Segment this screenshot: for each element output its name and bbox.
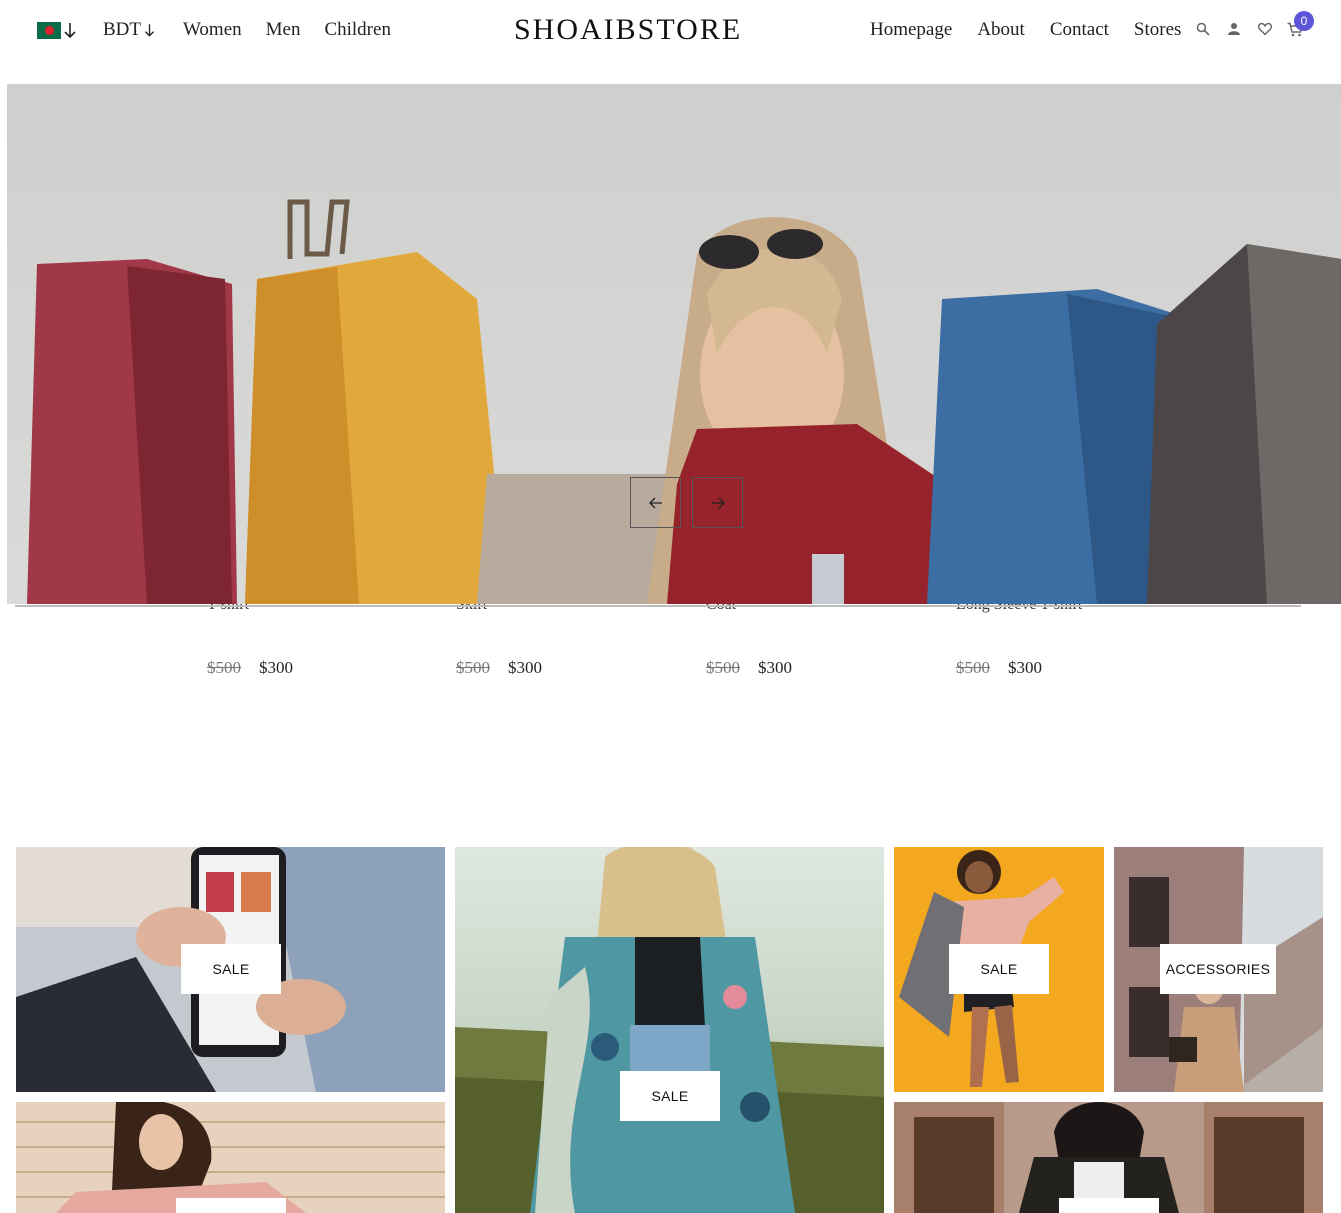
heart-icon[interactable] (1258, 22, 1272, 36)
currency-selector[interactable]: BDT (103, 19, 157, 41)
cart-count-badge[interactable]: 0 (1294, 11, 1314, 31)
category-tile-street[interactable]: ACCESSORIES (1114, 847, 1323, 1092)
nav-homepage[interactable]: Homepage (870, 19, 952, 41)
main-nav: Homepage About Contact Stores (870, 19, 1181, 41)
category-label[interactable]: ACCESSORIES (1160, 944, 1276, 994)
sale-price: $300 (1008, 658, 1042, 677)
nav-about[interactable]: About (977, 19, 1025, 41)
currency-dropdown-arrow-icon (144, 24, 155, 37)
floral-kimono-image (455, 847, 884, 1213)
currency-label: BDT (103, 19, 141, 40)
hero-divider (15, 605, 1301, 607)
price-row: $500 $300 (456, 658, 542, 678)
original-price: $500 (456, 658, 490, 677)
original-price: $500 (956, 658, 990, 677)
price-row: $500 $300 (207, 658, 293, 678)
category-tile-building[interactable] (894, 1102, 1323, 1213)
slider-next-button[interactable] (692, 477, 743, 528)
category-label[interactable]: SALE (181, 944, 281, 994)
nav-stores[interactable]: Stores (1134, 19, 1182, 41)
search-icon[interactable] (1196, 22, 1210, 36)
flag-circle (45, 26, 54, 35)
nav-children[interactable]: Children (324, 19, 391, 41)
sale-price: $300 (508, 658, 542, 677)
user-icon[interactable] (1227, 22, 1241, 36)
category-tile-pink-coat[interactable] (16, 1102, 445, 1213)
category-label[interactable]: SALE (949, 944, 1049, 994)
pink-coat-image (16, 1102, 445, 1213)
category-tile-kimono[interactable]: SALE (455, 847, 884, 1213)
price-row: $500 $300 (706, 658, 792, 678)
sale-price: $300 (758, 658, 792, 677)
original-price: $500 (207, 658, 241, 677)
arrow-right-icon (712, 497, 725, 509)
category-tile-phone[interactable]: SALE (16, 847, 445, 1092)
site-header: BDT Women Men Children SHOAIBSTORE Homep… (0, 0, 1341, 62)
store-logo[interactable]: SHOAIBSTORE (514, 13, 742, 47)
nav-men[interactable]: Men (266, 19, 301, 41)
category-label-partial[interactable] (176, 1198, 286, 1213)
category-label-partial[interactable] (1059, 1198, 1159, 1213)
category-nav: Women Men Children (183, 19, 391, 41)
category-tile-yellow[interactable]: SALE (894, 847, 1104, 1092)
hero-slider (7, 84, 1341, 604)
bangladesh-flag-icon[interactable] (37, 22, 61, 39)
original-price: $500 (706, 658, 740, 677)
nav-contact[interactable]: Contact (1050, 19, 1109, 41)
slider-prev-button[interactable] (630, 477, 681, 528)
nav-women[interactable]: Women (183, 19, 242, 41)
sale-price: $300 (259, 658, 293, 677)
category-label[interactable]: SALE (620, 1071, 720, 1121)
price-row: $500 $300 (956, 658, 1042, 678)
arrow-left-icon (649, 497, 662, 509)
building-street-image (894, 1102, 1323, 1213)
country-dropdown-arrow-icon[interactable] (63, 19, 77, 41)
